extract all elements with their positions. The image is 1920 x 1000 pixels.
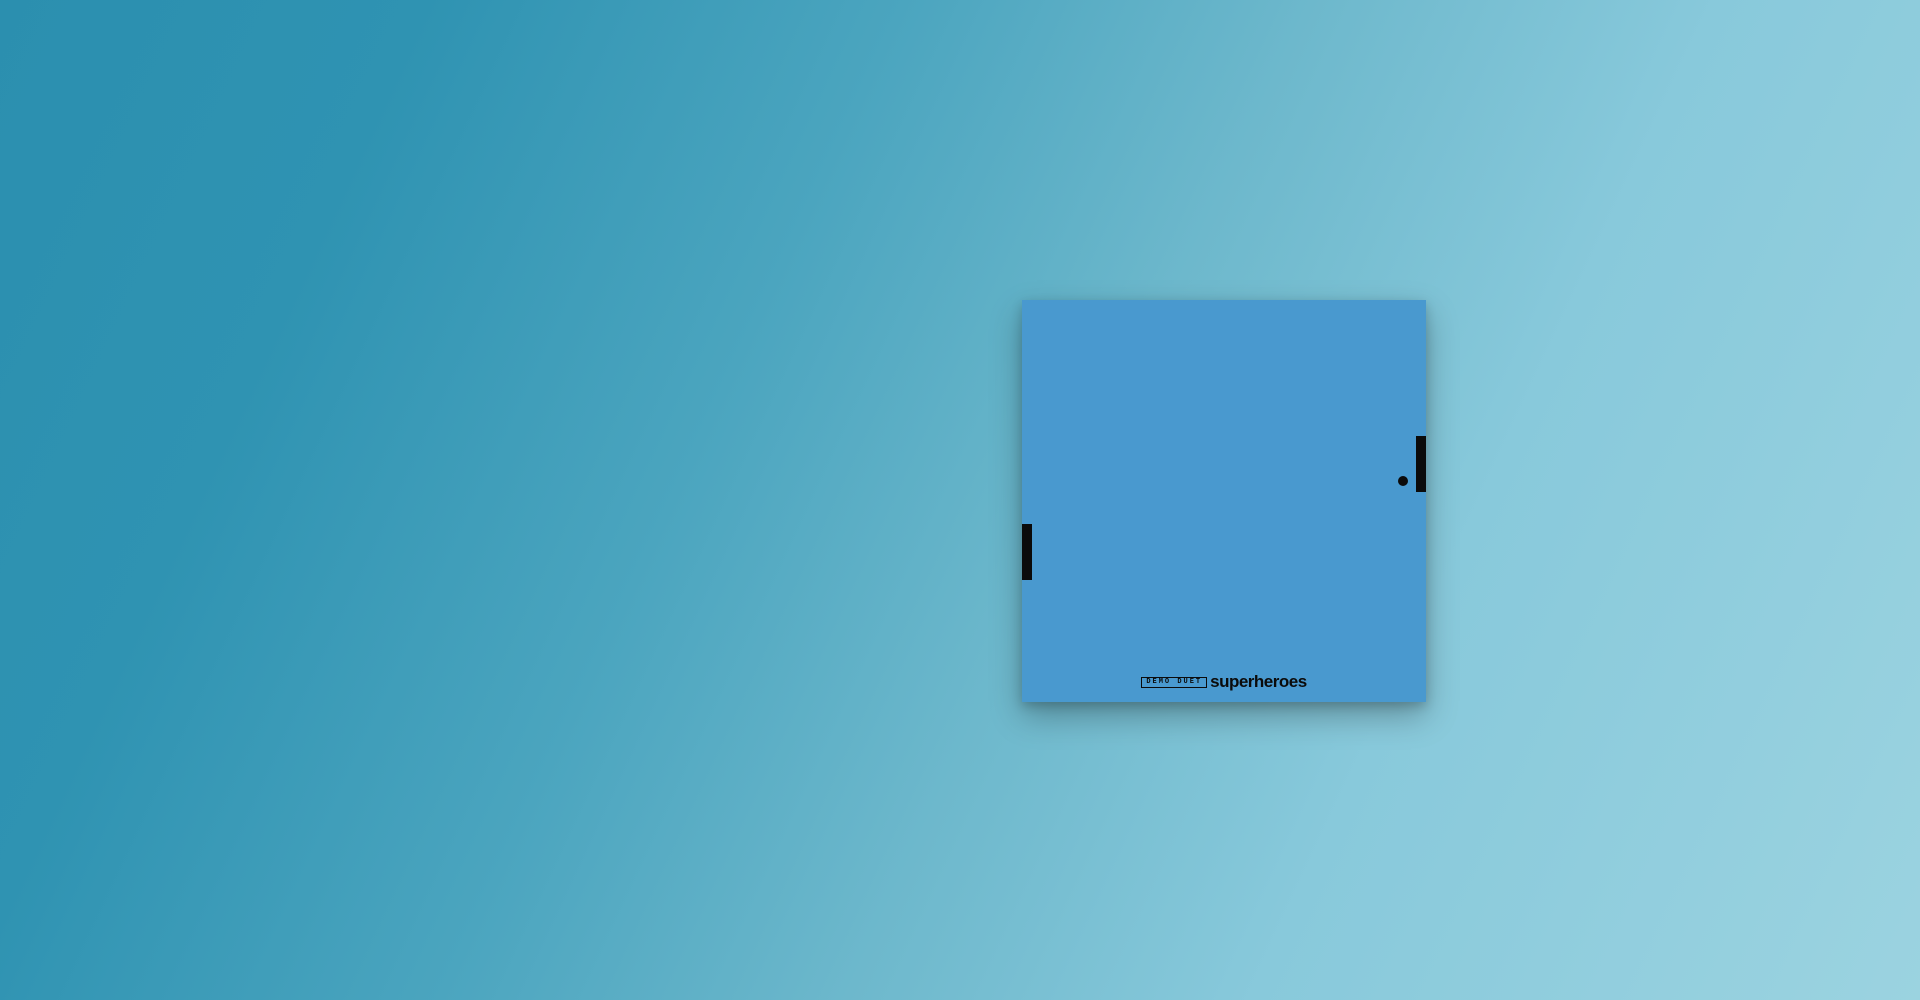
brand-tag: DEMO DUET: [1141, 676, 1208, 688]
ball: [1398, 476, 1408, 486]
left-paddle[interactable]: [1022, 524, 1032, 580]
game-board[interactable]: DEMO DUET superheroes: [1022, 300, 1426, 702]
brand-logo: DEMO DUET superheroes: [1022, 672, 1426, 692]
brand-name: superheroes: [1210, 672, 1307, 691]
right-paddle: [1416, 436, 1426, 492]
